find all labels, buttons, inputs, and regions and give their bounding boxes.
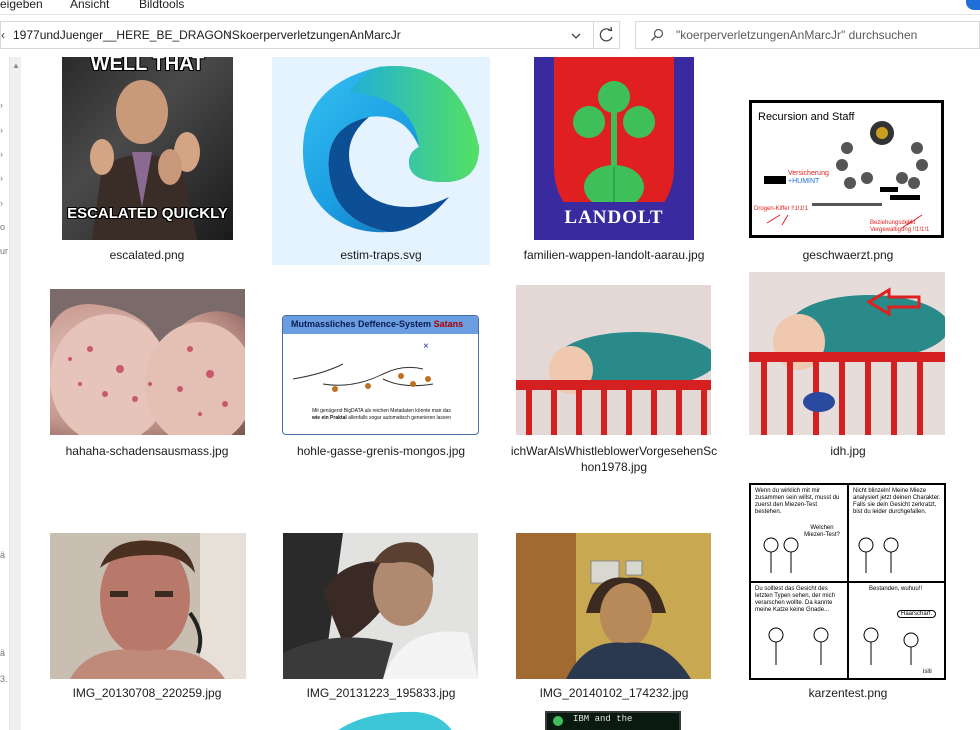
diagram-label: +HUMINT: [788, 178, 820, 185]
thumbnail-image: WELL THAT ESCALATED QUICKLY: [62, 57, 233, 240]
breadcrumb-chevron-icon[interactable]: ›: [227, 26, 231, 41]
diagram-image: Mutmassliches Deffence-System Satans × M…: [282, 315, 479, 435]
file-tile[interactable]: LANDOLT familien-wappen-landolt-aarau.jp…: [505, 57, 723, 267]
nav-expander[interactable]: ›: [0, 125, 3, 135]
portrait-photo: [516, 533, 711, 679]
file-tile[interactable]: idh.jpg: [739, 272, 957, 465]
address-bar[interactable]: ‹ 1977undJuenger__HERE_BE_DRAGONS › koer…: [0, 21, 594, 49]
search-input[interactable]: "koerperverletzungenAnMarcJr" durchsuche…: [635, 21, 980, 49]
ribbon-tabs: eigeben Ansicht Bildtools: [0, 0, 980, 14]
file-tile[interactable]: Mutmassliches Deffence-System Satans × M…: [272, 285, 490, 465]
file-name: idh.jpg: [830, 444, 866, 458]
comic-figures: [763, 537, 919, 665]
meme-bottom-text: ESCALATED QUICKLY: [67, 205, 228, 222]
file-tile[interactable]: ichWarAlsWhistleblowerVorgesehenSc hon197…: [505, 285, 723, 475]
portrait-photo: [283, 533, 478, 679]
nav-expander[interactable]: ›: [0, 100, 3, 110]
diagram-label: Drogen-Kiffer !!1!1!1: [754, 206, 808, 212]
refresh-icon: [599, 26, 613, 42]
navigation-pane[interactable]: › › › › › o ur ä ä 3.: [0, 57, 8, 730]
nav-item-label[interactable]: ä: [0, 550, 5, 560]
address-dropdown-button[interactable]: [564, 26, 588, 46]
chevron-down-icon: [571, 33, 581, 39]
nav-scrollbar[interactable]: ▲: [9, 57, 21, 730]
refresh-button[interactable]: [594, 21, 620, 49]
meme-top-text: WELL THAT: [90, 57, 205, 75]
file-tile[interactable]: IMG_20140102_174232.jpg: [505, 527, 723, 707]
file-name: escalated.png: [109, 248, 185, 262]
terminal-text: IBM and the: [573, 714, 633, 724]
address-row: ‹ 1977undJuenger__HERE_BE_DRAGONS › koer…: [0, 17, 980, 55]
file-tile[interactable]: Recursion and Staff Versicherung +HUMINT…: [739, 57, 957, 267]
edge-logo-icon: [279, 57, 485, 237]
terminal-image: IBM and the: [545, 711, 681, 730]
file-tile[interactable]: IMG_20130708_220259.jpg: [38, 527, 256, 707]
nav-item-label[interactable]: ur: [0, 246, 8, 256]
edge-logo-icon: [307, 710, 457, 730]
ribbon-tab-view[interactable]: Ansicht: [70, 0, 109, 11]
crest-text: LANDOLT: [564, 207, 664, 228]
svg-text:×: ×: [423, 341, 429, 352]
file-name: geschwaerzt.png: [802, 248, 894, 262]
breadcrumb-parent[interactable]: 1977undJuenger__HERE_BE_DRAGONS: [13, 28, 240, 42]
file-name: ichWarAlsWhistleblowerVorgesehenSc hon197…: [510, 444, 718, 474]
scroll-up-icon[interactable]: ▲: [12, 61, 20, 70]
ribbon-tab-share[interactable]: eigeben: [0, 0, 43, 11]
ribbon-tab-picture-tools[interactable]: Bildtools: [139, 0, 184, 11]
baby-crib-photo: [749, 272, 945, 435]
diagram-caption: Mit genügend BigDATA als reichen Metadat…: [312, 408, 451, 421]
file-name: estim-traps.svg: [340, 248, 422, 262]
file-grid: WELL THAT ESCALATED QUICKLY escalated.pn…: [22, 57, 980, 730]
nav-expander[interactable]: ›: [0, 198, 3, 208]
skin-photo: [50, 289, 245, 435]
file-name: IMG_20130708_220259.jpg: [72, 686, 222, 700]
file-tile[interactable]: hahaha-schadensausmass.jpg: [38, 285, 256, 465]
file-name: IMG_20140102_174232.jpg: [539, 686, 689, 700]
nav-expander[interactable]: ›: [0, 173, 3, 183]
comic-image: Wenn du wirklich mit mir zusammen sein w…: [749, 483, 946, 680]
divider: [0, 14, 980, 15]
file-name: karzentest.png: [808, 686, 888, 700]
nav-item-label[interactable]: ä: [0, 648, 5, 658]
file-tile[interactable]: Wenn du wirklich mit mir zusammen sein w…: [739, 482, 957, 707]
diagram-title: Mutmassliches Deffence-System Satans: [291, 319, 464, 329]
diagram-image: Recursion and Staff Versicherung +HUMINT…: [749, 100, 944, 238]
baby-crib-photo: [516, 285, 711, 435]
nav-item-label[interactable]: 3.: [0, 674, 8, 684]
search-icon: [651, 28, 664, 41]
file-tile[interactable]: IMG_20131223_195833.jpg: [272, 527, 490, 707]
file-tile[interactable]: [272, 707, 490, 730]
diagram-label: Versicherung: [788, 170, 829, 177]
file-name: hohle-gasse-grenis-mongos.jpg: [296, 444, 466, 458]
breadcrumb-current[interactable]: koerperverletzungenAnMarcJr: [240, 28, 401, 42]
file-name: IMG_20131223_195833.jpg: [306, 686, 456, 700]
coat-of-arms-image: LANDOLT: [534, 57, 694, 240]
file-name: hahaha-schadensausmass.jpg: [65, 444, 229, 458]
diagram-label: Beziehungsdelikt: [870, 220, 916, 226]
file-name: familien-wappen-landolt-aarau.jpg: [523, 248, 705, 262]
diagram-label: Vergewaltigung !!1!1!1: [870, 227, 930, 233]
search-placeholder: "koerperverletzungenAnMarcJr" durchsuche…: [676, 28, 918, 42]
nav-expander[interactable]: ›: [0, 149, 3, 159]
file-tile-selected[interactable]: estim-traps.svg: [272, 57, 490, 265]
chevron-left-icon[interactable]: ‹: [1, 28, 5, 42]
nav-item-label[interactable]: o: [0, 222, 5, 232]
file-tile[interactable]: IBM and the: [505, 707, 723, 730]
file-tile[interactable]: WELL THAT ESCALATED QUICKLY escalated.pn…: [38, 57, 256, 267]
portrait-photo: [50, 533, 246, 679]
